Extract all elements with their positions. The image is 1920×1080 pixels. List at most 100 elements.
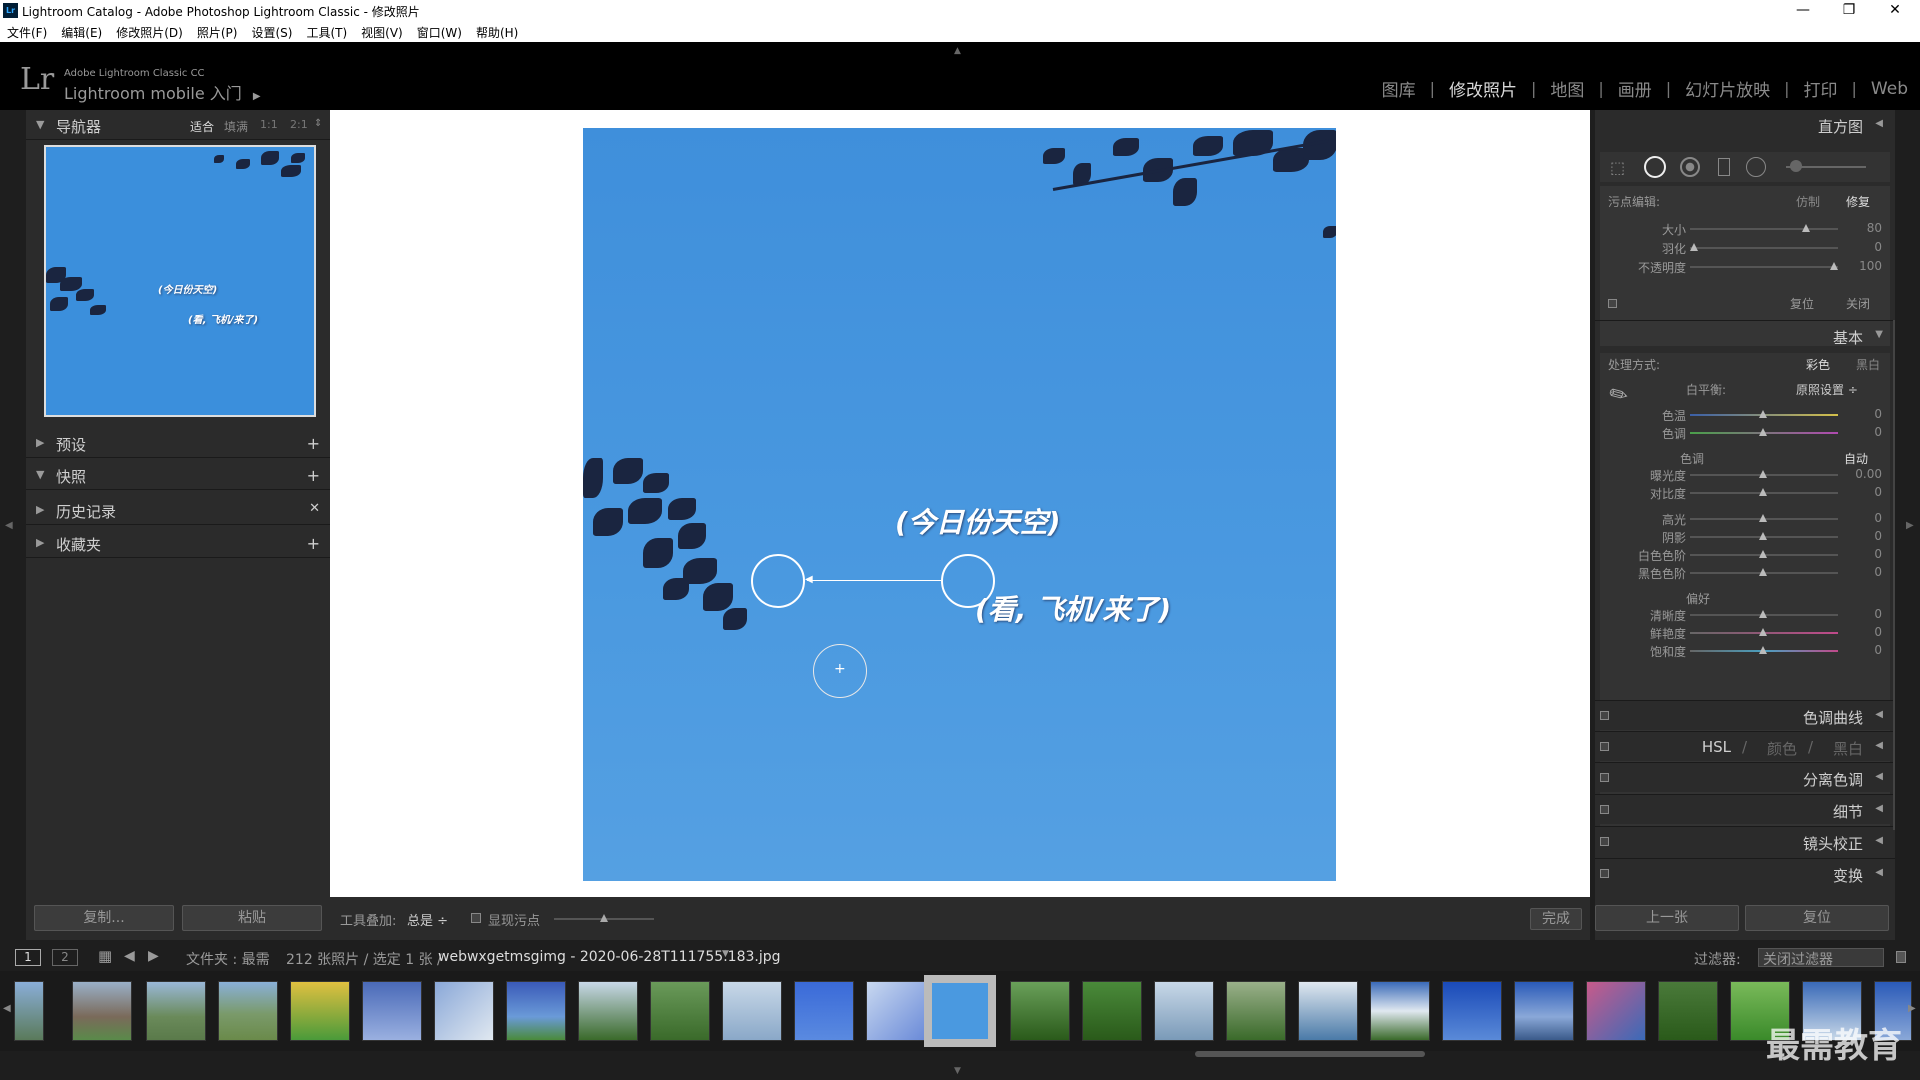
navigator-preview[interactable]: (今日份天空) (看, 飞机/来了) [44,145,316,417]
thumbnail[interactable] [72,981,132,1041]
exposure-slider[interactable]: 曝光度 0.00 [1600,466,1900,484]
detail-header[interactable]: 细节 ◀ [1595,794,1895,824]
vibrance-slider[interactable]: 鲜艳度 0 [1600,624,1900,642]
hsl-header[interactable]: HSL / 颜色 / 黑白 ◀ [1595,731,1895,761]
thumbnail[interactable] [578,981,638,1041]
menu-window[interactable]: 窗口(W) [410,22,469,42]
lock-icon[interactable] [1896,951,1906,963]
feather-slider[interactable]: 羽化 0 [1600,239,1900,257]
window-1-button[interactable]: 1 [15,949,41,966]
blacks-slider[interactable]: 黑色色阶 0 [1600,564,1900,582]
thumbnail[interactable] [506,981,566,1041]
menu-develop[interactable]: 修改照片(D) [109,22,190,42]
spot-removal-icon[interactable] [1644,156,1666,178]
menu-settings[interactable]: 设置(S) [244,22,299,42]
minimize-icon[interactable]: — [1780,0,1826,22]
scrollbar[interactable] [1893,320,1895,830]
thumbnail-selected[interactable] [924,975,996,1047]
hsl-tab[interactable]: HSL [1702,738,1731,756]
thumbnail[interactable] [146,981,206,1041]
grid-icon[interactable]: ▦ [98,947,112,965]
back-arrow-icon[interactable]: ◀ [124,948,135,964]
opacity-knob[interactable] [1830,262,1838,270]
graduated-filter-icon[interactable] [1718,158,1730,176]
crop-icon[interactable]: ⬚ [1610,158,1625,177]
visualize-spots-checkbox[interactable] [471,913,481,923]
thumbnail[interactable] [1226,981,1286,1041]
thumbnail[interactable] [1586,981,1646,1041]
treatment-bw[interactable]: 黑白 [1856,356,1880,373]
photo-canvas[interactable]: (今日份天空) (看, 飞机/来了) ◀ + [583,128,1336,881]
close-icon[interactable]: ✕ [1872,0,1918,22]
scroll-right-icon[interactable]: ▶ [1908,1003,1916,1014]
history-header[interactable]: ▶ 历史记录 ✕ [26,495,330,525]
highlights-slider[interactable]: 高光 0 [1600,510,1900,528]
spot-target-circle[interactable] [941,554,995,608]
shadows-slider[interactable]: 阴影 0 [1600,528,1900,546]
size-slider[interactable]: 大小 80 [1600,220,1900,238]
snapshots-header[interactable]: ▼ 快照 + [26,460,330,490]
add-snapshot-icon[interactable]: + [307,466,320,485]
module-slideshow[interactable]: 幻灯片放映 [1685,76,1770,101]
thumbnail[interactable] [650,981,710,1041]
auto-tone-button[interactable]: 自动 [1844,450,1868,467]
thumbnail[interactable] [1298,981,1358,1041]
whites-slider[interactable]: 白色色阶 0 [1600,546,1900,564]
menu-view[interactable]: 视图(V) [354,22,410,42]
zoom-menu-icon[interactable]: ⇕ [314,118,322,129]
collections-header[interactable]: ▶ 收藏夹 + [26,528,330,558]
module-library[interactable]: 图库 [1382,76,1416,101]
copy-button[interactable]: 复制... [34,905,174,931]
scroll-left-icon[interactable]: ◀ [3,1003,11,1014]
hsl-bw-tab[interactable]: 黑白 [1833,738,1863,759]
collapse-top-icon[interactable]: ▲ [954,46,961,56]
size-knob[interactable] [1802,224,1810,232]
spot-source-circle[interactable] [751,554,805,608]
thumbnail[interactable] [14,981,44,1041]
thumbnail[interactable] [1154,981,1214,1041]
module-develop[interactable]: 修改照片 [1449,76,1517,101]
paste-button[interactable]: 粘贴 [182,905,322,931]
thumbnail[interactable] [362,981,422,1041]
slider-knob[interactable] [600,914,608,922]
thumbnail[interactable] [722,981,782,1041]
contrast-slider[interactable]: 对比度 0 [1600,484,1900,502]
panel-toggle-switch[interactable] [1608,299,1617,308]
wb-select[interactable]: 原照设置 ÷ [1796,381,1858,398]
thumbnail[interactable] [1082,981,1142,1041]
basic-header[interactable]: 基本 ▼ [1595,320,1895,350]
zoom-fit[interactable]: 适合 [190,118,214,135]
thumbnail[interactable] [1442,981,1502,1041]
clarity-slider[interactable]: 清晰度 0 [1600,606,1900,624]
opacity-slider[interactable]: 不透明度 100 [1600,258,1900,276]
spot-reset-button[interactable]: 复位 [1790,295,1814,312]
radial-filter-icon[interactable] [1746,157,1766,177]
filter-select[interactable]: 关闭过滤器 [1758,948,1884,968]
add-collection-icon[interactable]: + [307,534,320,553]
collapse-left-icon[interactable]: ◀ [5,520,13,531]
menu-help[interactable]: 帮助(H) [469,22,525,42]
zoom-1-1[interactable]: 1:1 [260,118,278,131]
zoom-fill[interactable]: 填满 [224,118,248,135]
overlay-select[interactable]: 总是 ÷ [407,910,448,929]
window-2-button[interactable]: 2 [52,949,78,966]
collapse-bottom-icon[interactable]: ▼ [954,1066,961,1076]
navigator-header[interactable]: ▼ 导航器 适合 填满 1:1 2:1 ⇕ [26,110,330,140]
thumbnail[interactable] [1658,981,1718,1041]
heal-mode[interactable]: 修复 [1846,193,1870,210]
menu-tools[interactable]: 工具(T) [299,22,354,42]
source-label[interactable]: 文件夹 : 最需 [186,949,270,969]
reset-button[interactable]: 复位 [1745,905,1889,931]
menu-photo[interactable]: 照片(P) [190,22,245,42]
tone-curve-header[interactable]: 色调曲线 ◀ [1595,700,1895,730]
thumbnail[interactable] [1370,981,1430,1041]
thumbnail[interactable] [218,981,278,1041]
thumbnail[interactable] [1010,981,1070,1041]
zoom-2-1[interactable]: 2:1 [290,118,308,131]
thumbnail[interactable] [794,981,854,1041]
forward-arrow-icon[interactable]: ▶ [148,948,159,964]
clear-history-icon[interactable]: ✕ [309,501,320,516]
thumbnail[interactable] [290,981,350,1041]
add-preset-icon[interactable]: + [307,434,320,453]
transform-header[interactable]: 变换 ◀ [1595,858,1895,888]
